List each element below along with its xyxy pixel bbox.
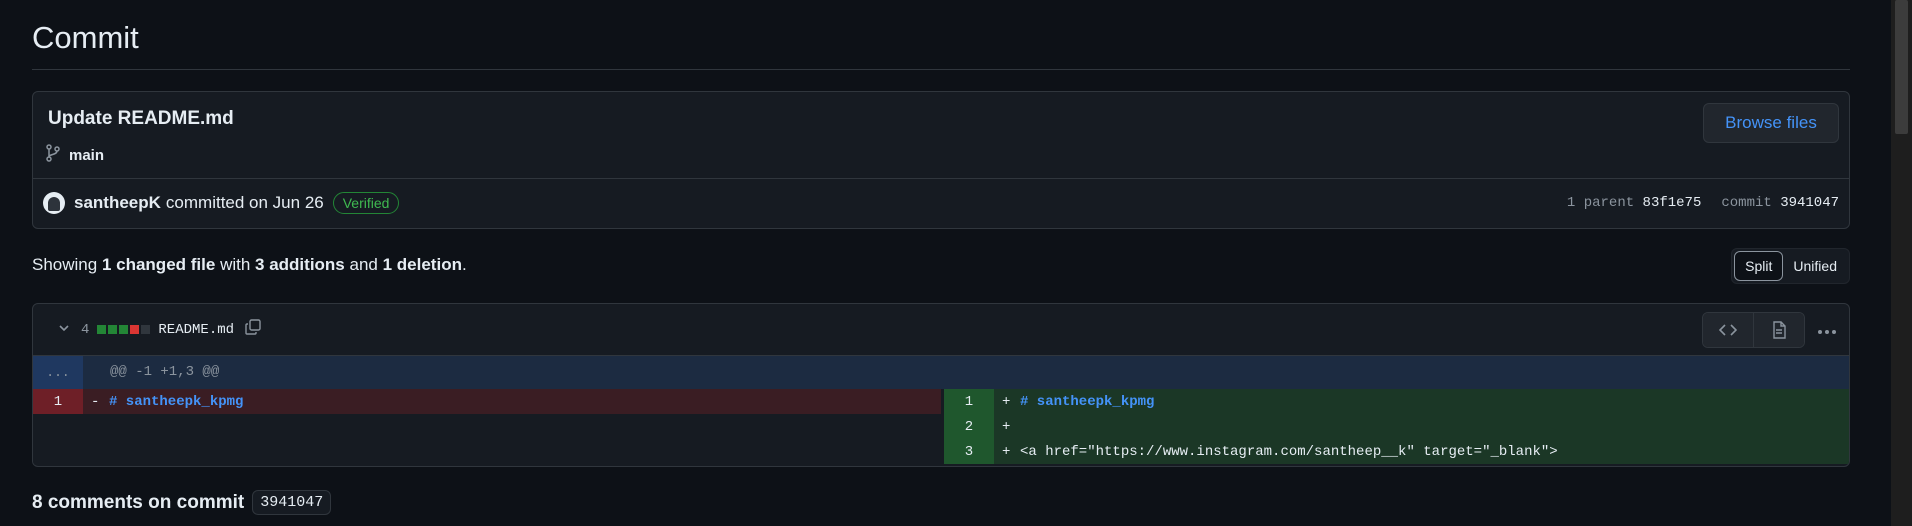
- file-name[interactable]: README.md: [158, 322, 234, 338]
- summary-deletions: 1 deletion: [382, 255, 462, 274]
- hunk-header: ... @@ -1 +1,3 @@: [33, 356, 1849, 389]
- added-line: + # santheepk_kpmg: [994, 389, 1849, 414]
- committed-date: committed on Jun 26: [165, 193, 324, 212]
- author-link[interactable]: santheepK: [74, 193, 161, 213]
- added-line: + <a href="https://www.instagram.com/san…: [994, 439, 1849, 464]
- copy-icon[interactable]: [244, 318, 262, 341]
- commit-message: Update README.md: [48, 108, 234, 129]
- left-line-number[interactable]: 1: [33, 389, 83, 414]
- change-count: 4: [81, 321, 90, 338]
- page-title: Commit: [32, 20, 139, 55]
- comments-heading: 8 comments on commit 3941047: [32, 490, 332, 515]
- empty-left-pane: [33, 414, 941, 465]
- comments-count: 8 comments on commit: [32, 491, 245, 513]
- diff-summary: Showing 1 changed file with 3 additions …: [32, 255, 467, 275]
- expand-hunk-button[interactable]: ...: [33, 356, 83, 389]
- diffstat-block: [130, 325, 140, 334]
- file-diff: 4 README.md ... @@ -1 +1,3 @@ 1 - # sant…: [32, 303, 1850, 467]
- verified-badge[interactable]: Verified: [332, 192, 400, 214]
- author-row: santheepK committed on Jun 26 Verified 1…: [33, 179, 1849, 227]
- split-view-button[interactable]: Split: [1734, 251, 1784, 281]
- comments-commit-sha: 3941047: [252, 490, 332, 515]
- file-header: 4 README.md: [33, 304, 1849, 356]
- scrollbar-thumb[interactable]: [1895, 0, 1908, 134]
- parent-sha-link[interactable]: 83f1e75: [1643, 195, 1702, 211]
- diff-view-toggle: Split Unified: [1731, 248, 1850, 284]
- title-divider: [32, 69, 1850, 70]
- added-line: +: [994, 414, 1849, 439]
- line-sign: +: [1002, 443, 1011, 460]
- right-line-number[interactable]: 1: [944, 389, 994, 414]
- kebab-menu-icon[interactable]: [1817, 319, 1837, 340]
- commit-label: commit: [1721, 195, 1772, 211]
- file-icon[interactable]: [1753, 312, 1804, 347]
- commit-info: Update README.md main Browse files: [33, 92, 1849, 179]
- parent-label: 1 parent: [1566, 195, 1635, 211]
- line-sign: +: [1002, 418, 1011, 435]
- diffstat-block: [141, 325, 151, 334]
- avatar[interactable]: [43, 192, 65, 214]
- page-scrollbar[interactable]: [1891, 0, 1912, 526]
- commit-sha: 3941047: [1780, 195, 1839, 211]
- file-actions: [1702, 311, 1837, 348]
- diffstat-bar: [97, 325, 151, 334]
- diffstat-block: [108, 325, 118, 334]
- browse-files-button[interactable]: Browse files: [1703, 103, 1839, 143]
- branch-label[interactable]: main: [45, 144, 104, 166]
- hunk-range: @@ -1 +1,3 @@: [110, 364, 220, 380]
- summary-suffix: .: [461, 255, 467, 274]
- git-branch-icon: [45, 144, 61, 166]
- chevron-down-icon[interactable]: [57, 321, 71, 338]
- summary-and: and: [349, 255, 378, 274]
- right-line-number[interactable]: 3: [944, 439, 994, 464]
- line-text: # santheepk_kpmg: [109, 393, 244, 410]
- view-mode-group: [1702, 311, 1805, 348]
- code-icon[interactable]: [1703, 312, 1753, 347]
- summary-additions: 3 additions: [255, 255, 345, 274]
- right-line-number[interactable]: 2: [944, 414, 994, 439]
- summary-files: 1 changed file: [101, 255, 216, 274]
- summary-prefix: Showing: [32, 255, 98, 274]
- commit-shas: 1 parent 83f1e75 commit 3941047: [1567, 195, 1839, 211]
- line-sign: -: [91, 393, 100, 410]
- branch-name: main: [69, 146, 105, 164]
- unified-view-button[interactable]: Unified: [1783, 252, 1847, 280]
- line-text: <a href="https://www.instagram.com/santh…: [1020, 443, 1558, 460]
- diffstat-block: [119, 325, 129, 334]
- diffstat-block: [97, 325, 107, 334]
- line-sign: +: [1002, 393, 1011, 410]
- line-text: # santheepk_kpmg: [1020, 393, 1155, 410]
- commit-header-box: Update README.md main Browse files santh…: [32, 91, 1850, 229]
- deleted-line: - # santheepk_kpmg: [83, 389, 941, 414]
- summary-with: with: [220, 255, 251, 274]
